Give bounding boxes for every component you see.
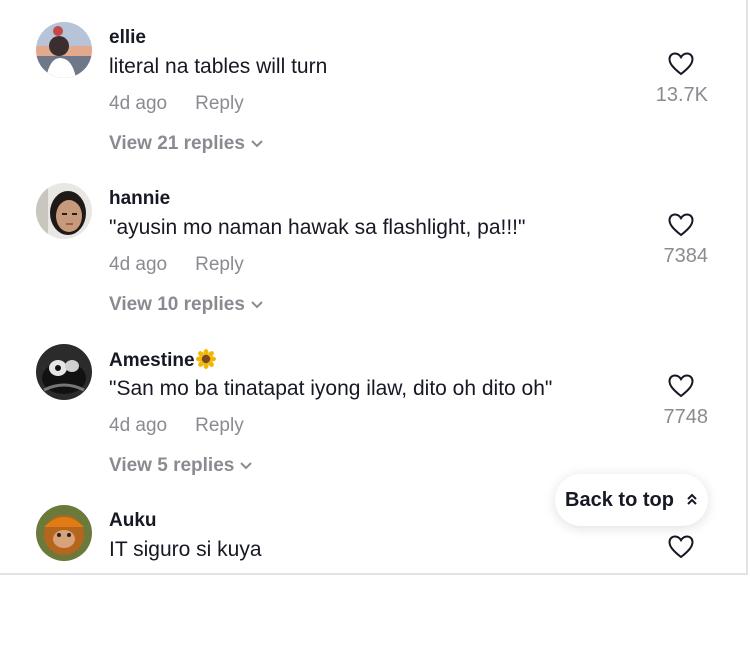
heart-icon[interactable] [668, 52, 694, 81]
heart-icon[interactable] [668, 374, 694, 403]
view-replies-label: View 5 replies [109, 455, 235, 476]
heart-icon[interactable] [668, 213, 694, 242]
comment-item: hannie "ayusin mo naman hawak sa flashli… [0, 183, 748, 343]
back-to-top-label: Back to top [565, 488, 674, 511]
comment-text: literal na tables will turn [109, 55, 328, 78]
comment-age: 4d ago [109, 93, 168, 114]
comment-meta: 4d ago Reply [109, 93, 244, 115]
comment-text: IT siguro si kuya [109, 538, 262, 561]
double-chevron-up-icon [686, 489, 698, 512]
back-to-top-button[interactable]: Back to top [555, 474, 708, 526]
reply-button[interactable]: Reply [195, 93, 244, 114]
like-count: 7384 [663, 245, 709, 267]
reply-button[interactable]: Reply [195, 415, 244, 436]
comment-meta: 4d ago Reply [109, 254, 244, 276]
view-replies-button[interactable]: View 21 replies [109, 132, 263, 155]
comment-age: 4d ago [109, 254, 168, 275]
comment-username[interactable]: hannie [109, 188, 170, 210]
comment-item: ellie literal na tables will turn 4d ago… [0, 22, 748, 182]
comment-age: 4d ago [109, 415, 168, 436]
view-replies-label: View 21 replies [109, 133, 245, 154]
reply-button[interactable]: Reply [195, 254, 244, 275]
comment-text: "San mo ba tinatapat iyong ilaw, dito oh… [109, 377, 553, 400]
view-replies-label: View 10 replies [109, 294, 245, 315]
sunflower-icon [195, 349, 216, 375]
like-count: 7748 [663, 406, 709, 428]
username-label: Amestine [109, 350, 195, 371]
comment-username[interactable]: ellie [109, 27, 146, 49]
avatar[interactable] [36, 22, 92, 78]
view-replies-button[interactable]: View 5 replies [109, 454, 253, 477]
avatar[interactable] [36, 183, 92, 239]
like-count: 13.7K [655, 84, 708, 106]
comment-username[interactable]: Amestine [109, 349, 216, 375]
avatar[interactable] [36, 344, 92, 400]
heart-icon[interactable] [668, 535, 694, 564]
comment-text: "ayusin mo naman hawak sa flashlight, pa… [109, 216, 526, 239]
comment-username[interactable]: Auku [109, 510, 157, 532]
chevron-down-icon [251, 293, 263, 315]
avatar[interactable] [36, 505, 92, 561]
comment-meta: 4d ago Reply [109, 415, 244, 437]
chevron-down-icon [251, 132, 263, 154]
comments-panel: ellie literal na tables will turn 4d ago… [0, 0, 748, 575]
chevron-down-icon [240, 454, 253, 476]
comment-item: Auku IT siguro si kuya [0, 505, 748, 665]
view-replies-button[interactable]: View 10 replies [109, 293, 263, 316]
